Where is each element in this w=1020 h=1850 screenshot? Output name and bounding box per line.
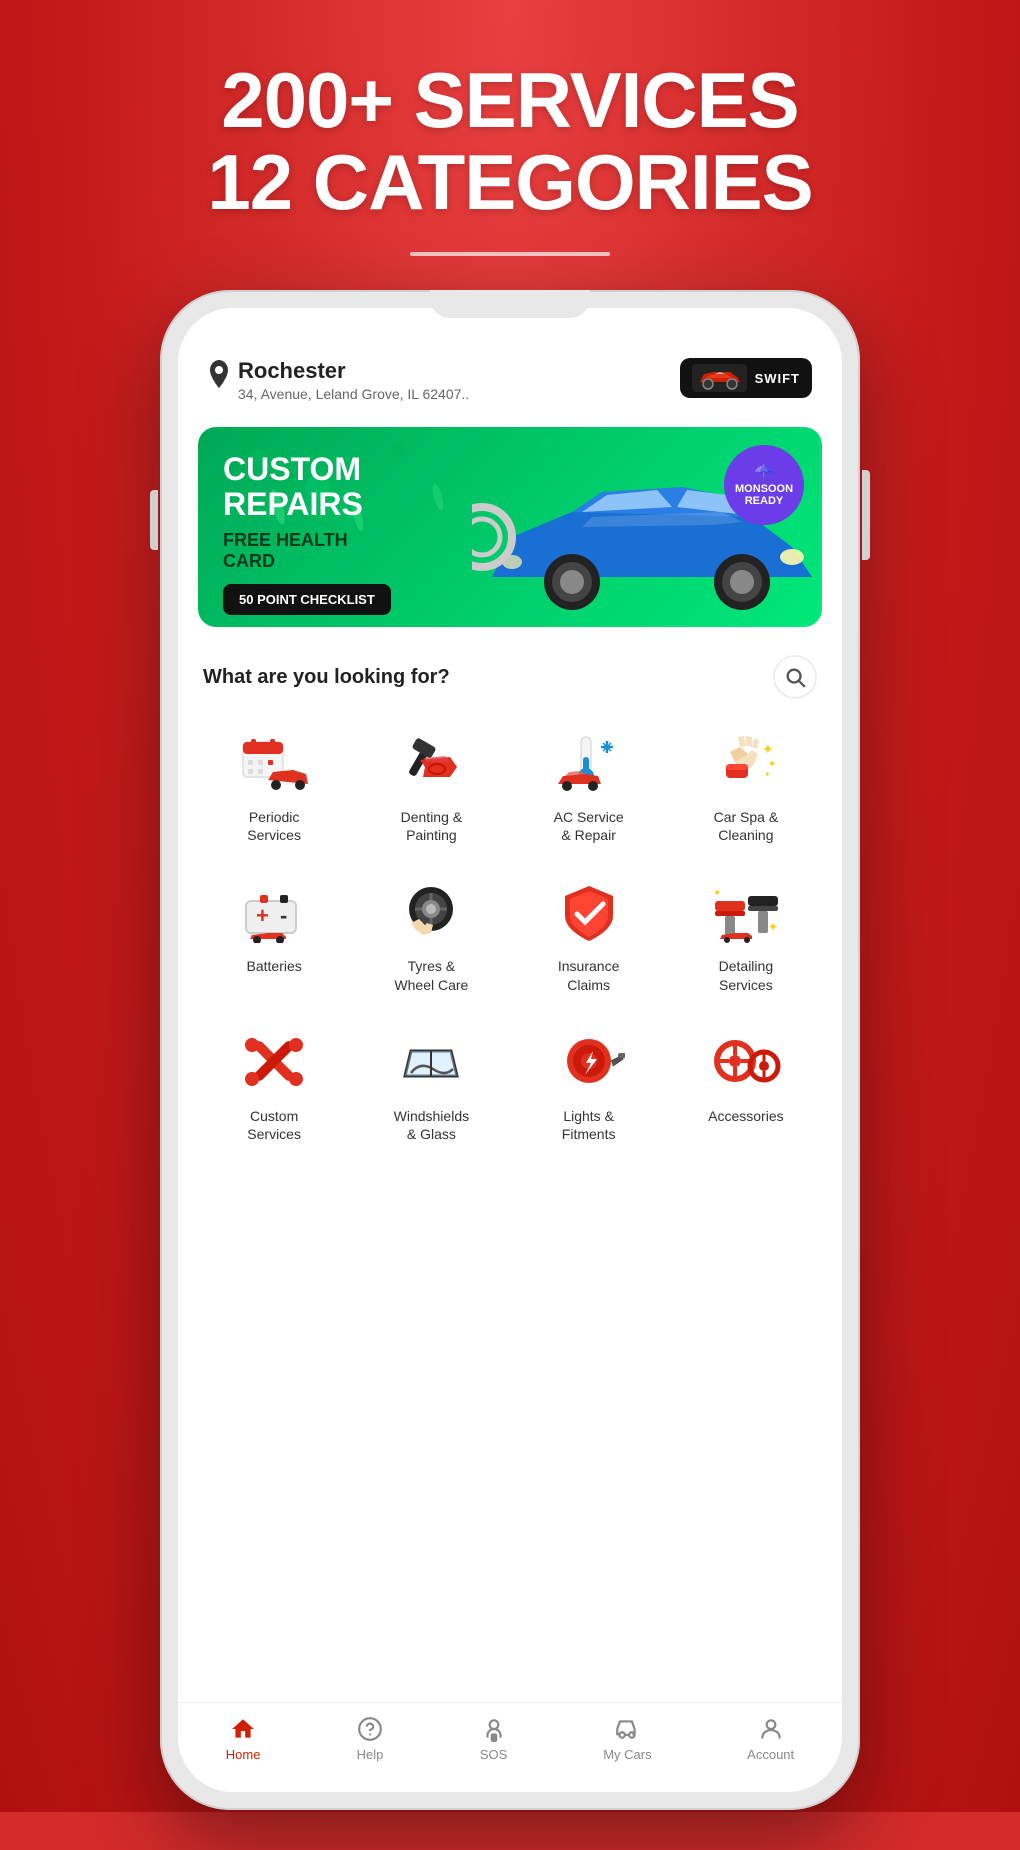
services-grid: PeriodicServices (188, 709, 832, 1162)
service-item-custom[interactable]: CustomServices (198, 1013, 350, 1157)
home-icon (229, 1715, 257, 1743)
mycars-nav-label: My Cars (603, 1747, 651, 1762)
svg-text:✦: ✦ (768, 920, 778, 934)
phone-notch (430, 290, 590, 318)
denting-label: Denting &Painting (401, 808, 462, 844)
service-item-ac[interactable]: AC Service& Repair (513, 714, 665, 858)
phone-outer: Rochester 34, Avenue, Leland Grove, IL 6… (160, 290, 860, 1810)
help-nav-label: Help (357, 1747, 384, 1762)
bottom-navigation: Home Help (178, 1702, 842, 1792)
phone-power-button (862, 470, 870, 560)
hero-title: 200+ SERVICES 12 CATEGORIES (0, 60, 1020, 224)
service-item-accessories[interactable]: Accessories (670, 1013, 822, 1157)
accessories-icon (706, 1027, 786, 1097)
spa-label: Car Spa &Cleaning (714, 808, 779, 844)
service-item-periodic[interactable]: PeriodicServices (198, 714, 350, 858)
insurance-label: InsuranceClaims (558, 957, 619, 993)
hero-line1: 200+ SERVICES (0, 60, 1020, 142)
nav-help[interactable]: Help (356, 1715, 384, 1762)
location-pin-icon (208, 360, 230, 395)
svg-text:+: + (256, 903, 269, 928)
banner-cta-button[interactable]: 50 POINT CHECKLIST (223, 584, 391, 615)
insurance-icon (549, 877, 629, 947)
app-content: Rochester 34, Avenue, Leland Grove, IL 6… (178, 308, 842, 1792)
city-name: Rochester (238, 358, 469, 384)
service-item-spa[interactable]: ✦ ✦ ✦ Car Spa &Cleaning (670, 714, 822, 858)
hero-line2: 12 CATEGORIES (0, 142, 1020, 224)
batteries-label: Batteries (247, 957, 302, 975)
hero-divider (410, 252, 610, 256)
ac-icon (549, 728, 629, 798)
custom-label: CustomServices (247, 1107, 301, 1143)
tyre-icon (391, 877, 471, 947)
street-address: 34, Avenue, Leland Grove, IL 62407.. (238, 386, 469, 402)
search-section: What are you looking for? (178, 637, 842, 709)
svg-text:✦: ✦ (762, 741, 774, 757)
phone-volume-button (150, 490, 158, 550)
search-label: What are you looking for? (203, 666, 450, 689)
periodic-icon (234, 728, 314, 798)
home-nav-label: Home (226, 1747, 261, 1762)
svg-text:✦: ✦ (764, 770, 771, 779)
sos-icon (480, 1715, 508, 1743)
accessories-label: Accessories (708, 1107, 783, 1125)
svg-text:-: - (280, 903, 287, 928)
nav-home[interactable]: Home (226, 1715, 261, 1762)
service-item-batteries[interactable]: + - Batteries (198, 863, 350, 1007)
app-header: Rochester 34, Avenue, Leland Grove, IL 6… (178, 308, 842, 417)
lights-icon (549, 1027, 629, 1097)
svg-text:✦: ✦ (713, 888, 721, 899)
help-icon (356, 1715, 384, 1743)
nav-account[interactable]: Account (747, 1715, 794, 1762)
location-info: Rochester 34, Avenue, Leland Grove, IL 6… (208, 358, 469, 402)
location-text: Rochester 34, Avenue, Leland Grove, IL 6… (238, 358, 469, 402)
services-container: PeriodicServices (178, 709, 842, 1702)
tyres-label: Tyres &Wheel Care (394, 957, 468, 993)
car-badge[interactable]: SWIFT (680, 358, 812, 398)
spa-icon: ✦ ✦ ✦ (706, 728, 786, 798)
banner-title: CUSTOM REPAIRS (223, 452, 391, 522)
banner-subtitle: FREE HEALTH CARD (223, 530, 391, 572)
windshield-label: Windshields& Glass (394, 1107, 469, 1143)
search-button[interactable] (773, 655, 817, 699)
monsoon-badge: ☂️ MONSOON READY (724, 445, 804, 525)
svg-text:✦: ✦ (768, 759, 776, 770)
service-item-tyres[interactable]: Tyres &Wheel Care (355, 863, 507, 1007)
windshield-icon (391, 1027, 471, 1097)
service-item-detailing[interactable]: ✦ ✦ DetailingServices (670, 863, 822, 1007)
account-nav-label: Account (747, 1747, 794, 1762)
lights-label: Lights &Fitments (562, 1107, 616, 1143)
account-icon (757, 1715, 785, 1743)
service-item-insurance[interactable]: InsuranceClaims (513, 863, 665, 1007)
sos-nav-label: SOS (480, 1747, 507, 1762)
phone-screen: Rochester 34, Avenue, Leland Grove, IL 6… (178, 308, 842, 1792)
mycars-icon (613, 1715, 641, 1743)
periodic-label: PeriodicServices (247, 808, 301, 844)
denting-icon (391, 728, 471, 798)
custom-icon (234, 1027, 314, 1097)
nav-sos[interactable]: SOS (480, 1715, 508, 1762)
nav-mycars[interactable]: My Cars (603, 1715, 651, 1762)
detailing-icon: ✦ ✦ (706, 877, 786, 947)
service-item-denting[interactable]: Denting &Painting (355, 714, 507, 858)
car-name: SWIFT (755, 371, 800, 386)
service-item-windshield[interactable]: Windshields& Glass (355, 1013, 507, 1157)
hero-section: 200+ SERVICES 12 CATEGORIES (0, 0, 1020, 256)
phone-mockup: Rochester 34, Avenue, Leland Grove, IL 6… (160, 290, 860, 1850)
battery-icon: + - (234, 877, 314, 947)
banner-text: CUSTOM REPAIRS FREE HEALTH CARD 50 POINT… (223, 452, 391, 615)
ac-label: AC Service& Repair (554, 808, 624, 844)
promo-banner[interactable]: CUSTOM REPAIRS FREE HEALTH CARD 50 POINT… (198, 427, 822, 627)
detailing-label: DetailingServices (719, 957, 773, 993)
service-item-lights[interactable]: Lights &Fitments (513, 1013, 665, 1157)
